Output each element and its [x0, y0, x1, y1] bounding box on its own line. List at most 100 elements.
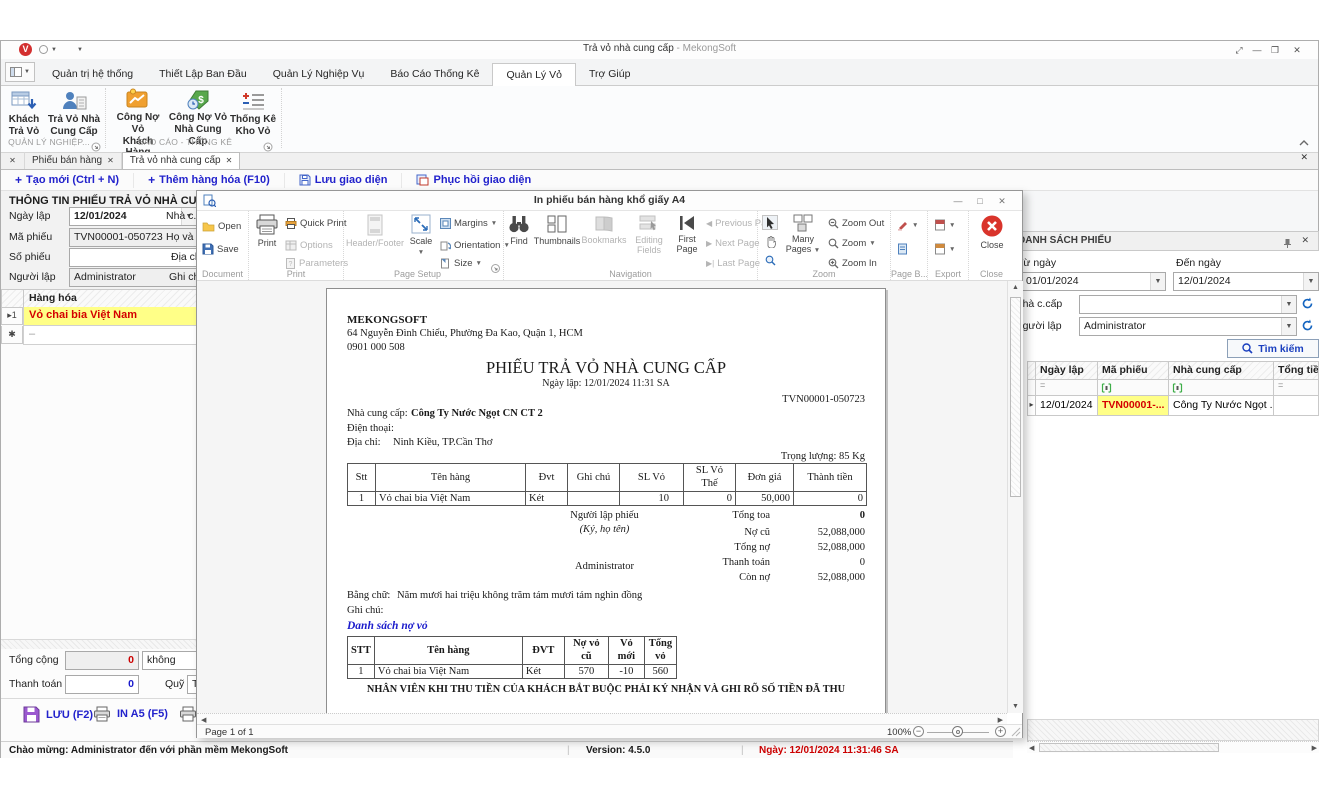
scale-button[interactable]: Scale ▼ — [406, 214, 436, 256]
grid-column-tong-tien[interactable]: Tổng tiền — [1274, 361, 1319, 380]
preview-area[interactable]: MEKONGSOFT 64 Nguyễn Đình Chiểu, Phường … — [197, 281, 1007, 713]
restore-icon[interactable]: ❐ — [1268, 44, 1282, 56]
close-icon[interactable]: ✕ — [9, 153, 16, 169]
close-icon[interactable]: ✕ — [107, 153, 114, 169]
vertical-scrollbar[interactable]: ▲ ▼ — [1007, 281, 1023, 713]
add-item-button[interactable]: +Thêm hàng hóa (F10) — [134, 173, 285, 188]
page-color-button[interactable] — [897, 241, 908, 257]
filter-cell[interactable]: = — [1274, 380, 1319, 396]
nguoi-lap-filter-field[interactable]: Administrator▼ — [1079, 317, 1297, 336]
save-f2-button[interactable]: LƯU (F2) — [23, 706, 93, 723]
save-button[interactable]: Save — [202, 241, 239, 257]
close-icon[interactable]: ✕ — [226, 153, 233, 169]
ribbon-menu-button[interactable]: ▼ — [5, 62, 35, 82]
thong-ke-kho-vo-button[interactable]: Thống KêKho Vỏ — [229, 88, 277, 138]
thanh-toan-field[interactable]: 0 — [65, 675, 139, 694]
print-secondary-button[interactable] — [179, 706, 197, 722]
thumbnails-button[interactable]: Thumbnails — [534, 214, 580, 246]
filter-cell[interactable] — [1169, 380, 1274, 396]
zoom-in-slider-button[interactable]: + — [995, 726, 1006, 737]
scale-icon — [411, 214, 431, 234]
close-icon[interactable]: ✕ — [1290, 44, 1304, 56]
tong-cong-field[interactable]: 0 — [65, 651, 139, 670]
first-page-button[interactable]: First Page — [672, 214, 702, 254]
search-button[interactable]: Tìm kiếm — [1227, 339, 1319, 358]
many-pages-button[interactable]: Many Pages ▼ — [782, 214, 824, 254]
restore-layout-button[interactable]: Phục hồi giao diện — [402, 173, 545, 188]
scrollbar-thumb[interactable] — [1039, 743, 1219, 752]
tab-quan-tri-he-thong[interactable]: Quản trị hệ thống — [39, 63, 146, 85]
orientation-button[interactable]: Orientation▼ — [440, 237, 510, 253]
tab-bao-cao-thong-ke[interactable]: Báo Cáo Thống Kê — [377, 63, 492, 85]
minimize-icon[interactable]: — — [950, 195, 966, 207]
chevron-down-icon[interactable]: ▼ — [1281, 296, 1296, 313]
find-button[interactable]: Find — [506, 214, 532, 246]
horizontal-scrollbar[interactable]: ◀ ▶ — [197, 713, 1007, 724]
editing-fields-button[interactable]: Editing Fields — [628, 214, 670, 255]
pin-icon[interactable] — [1283, 236, 1292, 254]
fit-window-icon[interactable]: ⤢ — [1232, 44, 1246, 56]
send-email-button[interactable]: ▼ — [934, 241, 955, 257]
group-dialog-launcher-icon[interactable] — [491, 260, 500, 278]
tu-ngay-field[interactable]: 01/01/2024▼ — [1013, 272, 1166, 291]
zoom-out-slider-button[interactable]: − — [913, 726, 924, 737]
list-cell-total[interactable] — [1274, 396, 1319, 416]
quick-print-button[interactable]: Quick Print — [285, 215, 346, 231]
group-dialog-launcher-icon[interactable] — [263, 139, 273, 149]
grid-column-ma-phieu[interactable]: Mã phiếu — [1098, 361, 1169, 380]
khach-tra-vo-button[interactable]: KháchTrả Vỏ — [3, 88, 45, 138]
tab-bar-close-icon[interactable]: ✕ — [1300, 147, 1308, 165]
tab-quan-ly-vo[interactable]: Quản Lý Vỏ — [492, 63, 575, 86]
list-cell-date[interactable]: 12/01/2024 — [1036, 396, 1098, 416]
tra-vo-nha-cung-cap-button[interactable]: Trả Vỏ NhàCung Cấp — [45, 88, 103, 138]
tab-quan-ly-nghiep-vu[interactable]: Quản Lý Nghiệp Vụ — [260, 63, 378, 85]
zoom-slider-thumb[interactable] — [952, 726, 963, 737]
print-a5-button[interactable]: IN A5 (F5) — [93, 706, 168, 722]
export-document-button[interactable]: ▼ — [934, 217, 955, 233]
filter-cell[interactable] — [1098, 380, 1169, 396]
horizontal-scrollbar[interactable]: ◀ ▶ — [1027, 741, 1319, 753]
nha-cc-filter-field[interactable]: ▼ — [1079, 295, 1297, 314]
chevron-down-icon[interactable]: ▼ — [1281, 318, 1296, 335]
save-layout-button[interactable]: Lưu giao diện — [285, 173, 403, 188]
doc-tab-close-all[interactable]: ✕ — [1, 152, 25, 169]
maximize-icon[interactable]: □ — [972, 195, 988, 207]
grid-column-nha-cung-cap[interactable]: Nhà cung cấp — [1169, 361, 1274, 380]
filter-cell[interactable]: = — [1036, 380, 1098, 396]
open-button[interactable]: Open — [202, 218, 241, 234]
magnifier-tool[interactable] — [762, 253, 778, 268]
grid-column-ngay-lap[interactable]: Ngày lập — [1036, 361, 1098, 380]
doc-tab-phieu-ban-hang[interactable]: Phiếu bán hàng✕ — [25, 152, 122, 169]
options-button[interactable]: Options — [285, 237, 333, 253]
cong-no-vo-nha-cung-cap-button[interactable]: $ Công Nợ VỏNhà Cung Cấp — [167, 88, 229, 138]
chevron-down-icon[interactable]: ▼ — [1303, 273, 1318, 290]
cong-no-vo-khach-hang-button[interactable]: Công Nợ VỏKhách Hàng — [109, 88, 167, 138]
bookmarks-button[interactable]: Bookmarks — [582, 214, 626, 245]
doc-tab-tra-vo-nha-cung-cap[interactable]: Trả vỏ nhà cung cấp✕ — [122, 152, 241, 169]
refresh-icon[interactable] — [1301, 297, 1314, 315]
print-button[interactable]: Print — [253, 214, 281, 248]
minimize-icon[interactable]: — — [1250, 44, 1264, 56]
refresh-icon[interactable] — [1301, 319, 1314, 337]
resize-grip[interactable] — [1011, 727, 1021, 737]
tab-tro-giup[interactable]: Trợ Giúp — [576, 63, 644, 85]
zoom-dropdown-button[interactable]: Zoom▼ — [828, 235, 876, 251]
close-icon[interactable]: ✕ — [1301, 235, 1309, 246]
close-icon[interactable]: ✕ — [994, 195, 1010, 207]
zoom-out-button[interactable]: Zoom Out — [828, 215, 884, 231]
close-preview-button[interactable]: Close — [977, 214, 1007, 250]
chevron-down-icon[interactable]: ▼ — [1150, 273, 1165, 290]
margins-button[interactable]: Margins▼ — [440, 215, 497, 231]
tab-thiet-lap-ban-dau[interactable]: Thiết Lập Ban Đầu — [146, 63, 260, 85]
scrollbar-thumb[interactable] — [1010, 297, 1021, 497]
pointer-tool[interactable] — [762, 215, 778, 230]
next-page-button[interactable]: ▶ Next Page — [706, 235, 760, 251]
list-cell-supplier[interactable]: Công Ty Nước Ngọt ... — [1169, 396, 1274, 416]
new-record-button[interactable]: +Tạo mới (Ctrl + N) — [1, 173, 134, 188]
den-ngay-field[interactable]: 12/01/2024▼ — [1173, 272, 1319, 291]
hand-tool[interactable] — [762, 234, 778, 249]
list-cell-code[interactable]: TVN00001-... — [1098, 396, 1169, 416]
watermark-button[interactable]: ▼ — [897, 217, 918, 233]
group-dialog-launcher-icon[interactable] — [91, 139, 101, 149]
header-footer-button[interactable]: Header/Footer — [346, 214, 404, 248]
